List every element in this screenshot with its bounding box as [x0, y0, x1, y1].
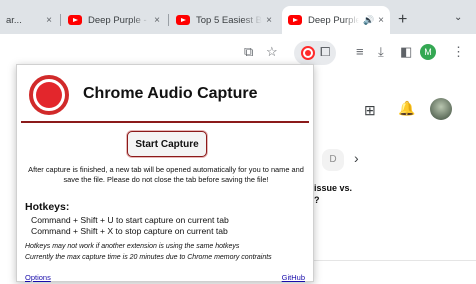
record-logo-icon	[29, 75, 69, 115]
youtube-icon	[288, 15, 302, 25]
tab-close-icon[interactable]: ×	[154, 15, 160, 26]
tab-close-icon[interactable]: ×	[266, 15, 272, 26]
hotkey-start: Command + Shift + U to start capture on …	[31, 215, 229, 225]
filter-chip[interactable]: D	[322, 149, 344, 171]
chevron-right-icon[interactable]: ›	[354, 150, 359, 166]
browser-menu-icon[interactable]: ⋮	[452, 44, 465, 60]
new-tab-button[interactable]: +	[398, 12, 407, 28]
profile-avatar[interactable]: M	[420, 44, 436, 60]
avatar[interactable]	[430, 98, 452, 120]
github-link[interactable]: GitHub	[282, 273, 305, 282]
audio-capture-popup: Chrome Audio Capture Start Capture After…	[16, 64, 314, 282]
media-controls-icon[interactable]: ≡	[356, 44, 364, 60]
title-divider	[21, 121, 309, 123]
create-video-icon[interactable]: ⊞	[364, 102, 376, 119]
bookmark-star-icon[interactable]: ☆	[266, 44, 278, 60]
hotkey-stop: Command + Shift + X to stop capture on c…	[31, 226, 228, 236]
side-panel-icon[interactable]: ◧	[400, 44, 412, 60]
tab-divider	[60, 14, 61, 26]
tab-strip: ar... × Deep Purple - Sm × Top 5 Easiest…	[0, 0, 476, 34]
tab-title: Deep Purple -	[308, 14, 359, 26]
tab-close-icon[interactable]: ×	[46, 15, 52, 26]
options-link[interactable]: Options	[25, 273, 51, 282]
tab-divider	[168, 14, 169, 26]
youtube-icon	[68, 15, 82, 25]
divider	[314, 260, 476, 261]
capture-info-text: After capture is finished, a new tab wil…	[28, 165, 304, 184]
tab-close-icon[interactable]: ×	[378, 15, 384, 26]
tab-title: Deep Purple - Sm	[88, 14, 150, 26]
hotkeys-heading: Hotkeys:	[25, 201, 70, 213]
tab-2[interactable]: Deep Purple - Sm ×	[62, 6, 166, 34]
youtube-icon	[176, 15, 190, 25]
audio-capture-extension-icon[interactable]	[301, 46, 315, 60]
tab-title: Top 5 Easiest Bas	[196, 14, 263, 26]
video-title[interactable]: issue vs. ?	[314, 182, 474, 206]
tab-title: ar...	[6, 14, 22, 26]
extensions-puzzle-icon[interactable]: ⧠	[320, 44, 330, 60]
hotkey-conflict-note: Hotkeys may not work if another extensio…	[25, 243, 240, 250]
install-app-icon[interactable]: ⧉	[244, 44, 253, 60]
popup-title: Chrome Audio Capture	[83, 85, 258, 102]
notifications-bell-icon[interactable]: 🔔	[398, 100, 415, 117]
max-capture-time-note: Currently the max capture time is 20 min…	[25, 254, 272, 261]
speaker-icon[interactable]: 🔊	[363, 15, 374, 26]
start-capture-button[interactable]: Start Capture	[127, 131, 207, 157]
tab-search-chevron-icon[interactable]: ⌄	[454, 12, 462, 23]
tab-3[interactable]: Top 5 Easiest Bas ×	[170, 6, 278, 34]
download-icon[interactable]: ⤓	[378, 44, 384, 60]
tab-4-active[interactable]: Deep Purple - 🔊 ×	[282, 6, 390, 34]
tab-1[interactable]: ar... ×	[0, 6, 58, 34]
